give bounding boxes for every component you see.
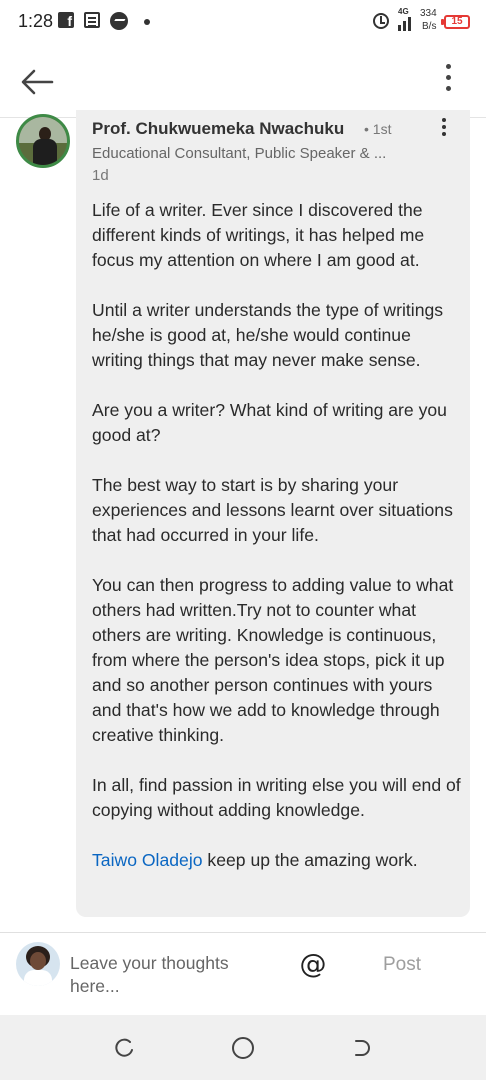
- connection-degree: • 1st: [364, 121, 392, 137]
- app-bar: [0, 44, 486, 118]
- comment-age: 1d: [92, 167, 109, 184]
- comment-paragraph: Are you a writer? What kind of writing a…: [92, 400, 447, 445]
- comment-mention-line: Taiwo Oladejo keep up the amazing work.: [92, 848, 462, 873]
- messenger-icon: [110, 12, 128, 30]
- comment-more-button[interactable]: [436, 118, 452, 144]
- system-back-icon: [355, 1040, 370, 1056]
- comment-paragraph: You can then progress to adding value to…: [92, 575, 454, 745]
- more-options-button[interactable]: [436, 64, 460, 100]
- more-vertical-icon: [436, 64, 460, 91]
- recent-apps-button[interactable]: [114, 1038, 134, 1058]
- author-name[interactable]: Prof. Chukwuemeka Nwachuku: [92, 119, 344, 139]
- network-speed-value: 334: [420, 8, 437, 19]
- post-button[interactable]: Post: [383, 954, 421, 976]
- comment-paragraph: Life of a writer. Ever since I discovere…: [92, 200, 425, 270]
- at-sign-icon: @: [299, 949, 327, 980]
- divider: [0, 932, 486, 933]
- mention-suffix: keep up the amazing work.: [202, 850, 418, 870]
- home-button[interactable]: [232, 1037, 254, 1059]
- user-avatar: [16, 942, 60, 986]
- comment-paragraph: The best way to start is by sharing your…: [92, 475, 453, 545]
- comment-paragraph: In all, find passion in writing else you…: [92, 775, 461, 820]
- back-arrow-icon: [21, 69, 54, 95]
- mention-button[interactable]: @: [298, 950, 328, 980]
- dot-icon: [144, 19, 150, 25]
- back-button[interactable]: [20, 64, 56, 100]
- recent-apps-icon: [115, 1038, 133, 1057]
- facebook-icon: f: [58, 12, 74, 29]
- document-icon: [84, 12, 100, 28]
- signal-icon: [396, 11, 414, 31]
- comment-input[interactable]: Leave your thoughts here...: [70, 952, 280, 998]
- network-speed-unit: B/s: [422, 21, 437, 32]
- author-headline: Educational Consultant, Public Speaker &…: [92, 145, 387, 162]
- alarm-icon: [373, 13, 389, 29]
- status-bar: 1:28 f 4G 334 B/s 15: [0, 0, 486, 44]
- author-avatar[interactable]: [16, 114, 70, 168]
- comment-paragraph: Until a writer understands the type of w…: [92, 300, 444, 370]
- system-nav-bar: [0, 1015, 486, 1080]
- system-back-button[interactable]: [352, 1038, 372, 1058]
- mention-link[interactable]: Taiwo Oladejo: [92, 850, 203, 870]
- battery-icon: 15: [441, 15, 470, 29]
- more-vertical-icon: [436, 118, 452, 136]
- status-time: 1:28: [18, 11, 54, 31]
- comment-body: Life of a writer. Ever since I discovere…: [92, 198, 462, 873]
